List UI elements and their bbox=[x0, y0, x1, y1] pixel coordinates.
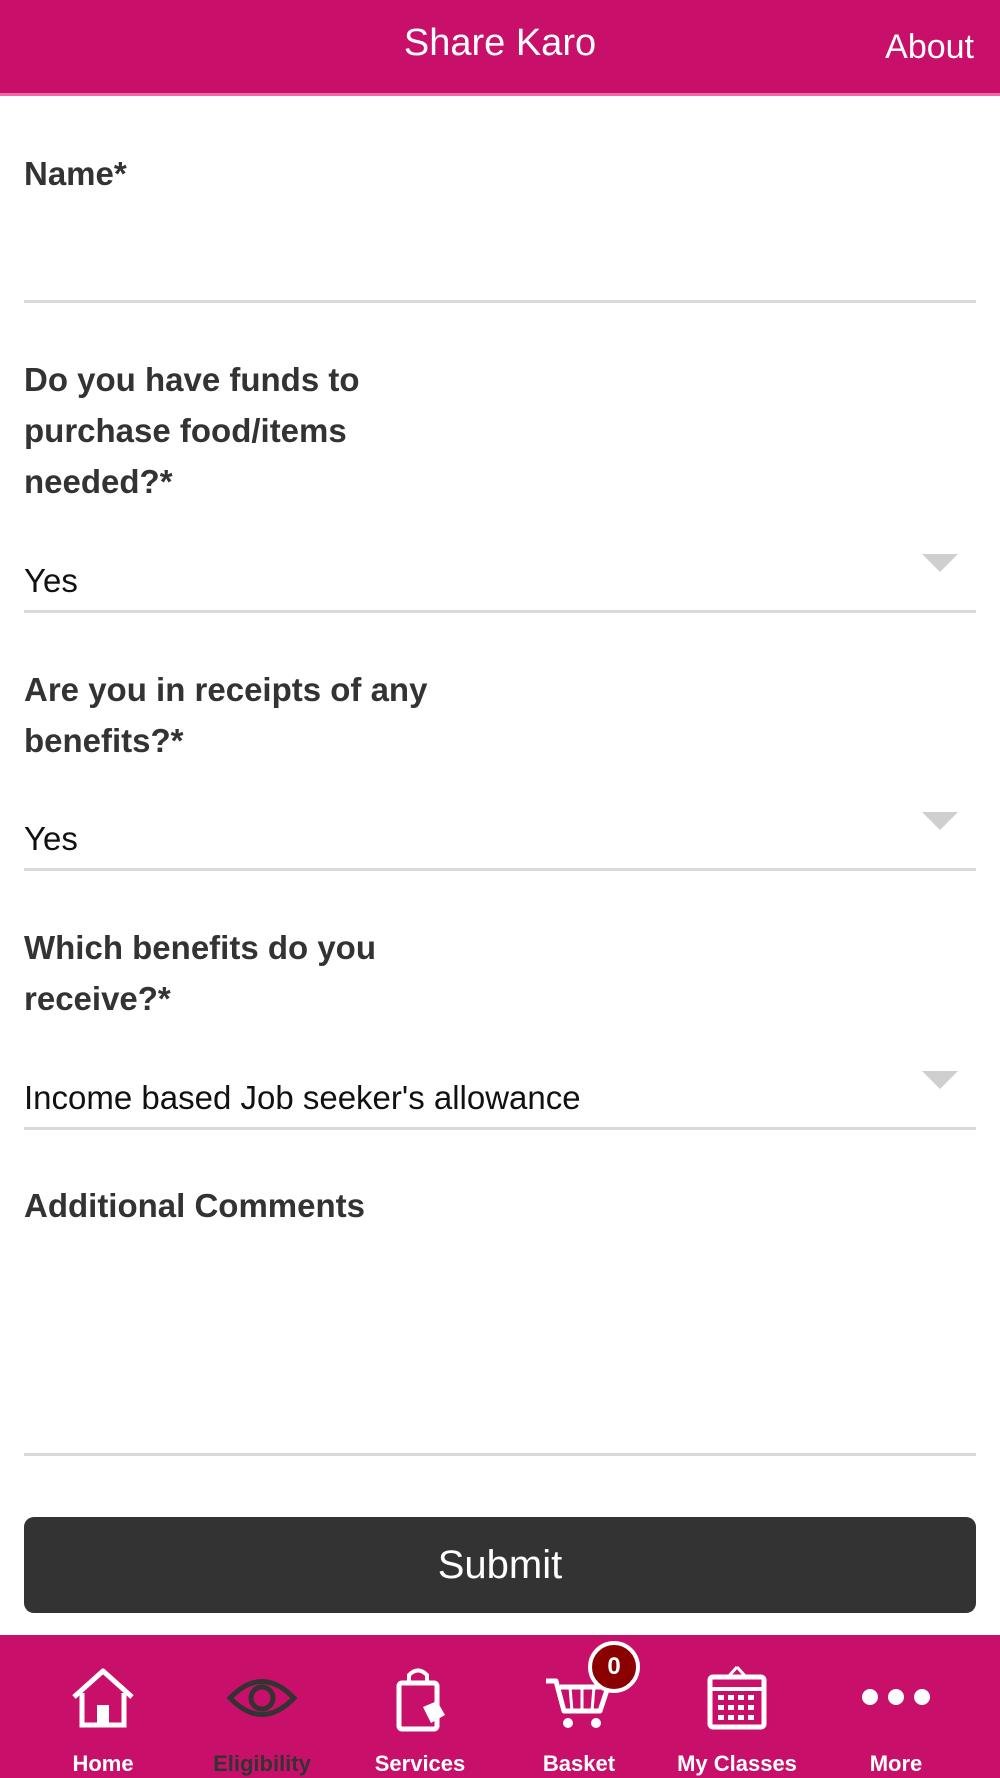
bottom-tab-bar: Home Eligibility Services 0 Basket My Cl… bbox=[0, 1635, 1000, 1778]
more-dots-icon bbox=[862, 1689, 930, 1705]
calendar-icon bbox=[707, 1665, 767, 1730]
tab-my-classes[interactable]: My Classes bbox=[658, 1635, 816, 1778]
tab-more[interactable]: More bbox=[817, 1635, 975, 1778]
basket-count-badge: 0 bbox=[588, 1641, 640, 1693]
benefits-question-label: Are you in receipts of any benefits?* bbox=[24, 671, 428, 759]
tab-eligibility-label: Eligibility bbox=[213, 1751, 311, 1776]
which-benefits-label: Which benefits do you receive?* bbox=[24, 929, 376, 1017]
app-title: Share Karo bbox=[403, 22, 597, 64]
dropdown-arrow-icon bbox=[922, 554, 958, 572]
submit-button[interactable]: Submit bbox=[24, 1517, 976, 1613]
funds-select-value: Yes bbox=[24, 562, 78, 599]
which-benefits-underline bbox=[24, 1127, 976, 1130]
tab-more-label: More bbox=[869, 1751, 923, 1776]
tab-services-label: Services bbox=[374, 1751, 466, 1776]
tab-home[interactable]: Home bbox=[24, 1635, 182, 1778]
benefits-select[interactable]: Yes bbox=[24, 808, 976, 868]
comments-underline bbox=[24, 1453, 976, 1456]
comments-textarea[interactable] bbox=[24, 1246, 976, 1446]
funds-question-label: Do you have funds to purchase food/items… bbox=[24, 361, 360, 500]
name-label: Name* bbox=[24, 155, 127, 192]
name-underline bbox=[24, 300, 976, 303]
which-benefits-select[interactable]: Income based Job seeker's allowance bbox=[24, 1067, 976, 1127]
tab-services[interactable]: Services bbox=[341, 1635, 499, 1778]
dropdown-arrow-icon bbox=[922, 812, 958, 830]
funds-underline bbox=[24, 610, 976, 613]
tab-eligibility[interactable]: Eligibility bbox=[183, 1635, 341, 1778]
tab-my-classes-label: My Classes bbox=[677, 1751, 797, 1776]
home-icon bbox=[72, 1668, 134, 1728]
funds-select[interactable]: Yes bbox=[24, 550, 976, 610]
name-input[interactable] bbox=[24, 216, 976, 296]
about-link[interactable]: About bbox=[885, 28, 974, 67]
tab-home-label: Home bbox=[72, 1751, 134, 1776]
which-benefits-select-value: Income based Job seeker's allowance bbox=[24, 1079, 581, 1116]
eye-icon bbox=[227, 1679, 297, 1717]
benefits-underline bbox=[24, 868, 976, 871]
benefits-select-value: Yes bbox=[24, 820, 78, 857]
top-bar: Share Karo About bbox=[0, 0, 1000, 96]
dropdown-arrow-icon bbox=[922, 1071, 958, 1089]
comments-label: Additional Comments bbox=[24, 1187, 366, 1224]
shopping-bag-icon bbox=[396, 1668, 445, 1732]
tab-basket[interactable]: 0 Basket bbox=[500, 1635, 658, 1778]
tab-basket-label: Basket bbox=[542, 1751, 616, 1776]
